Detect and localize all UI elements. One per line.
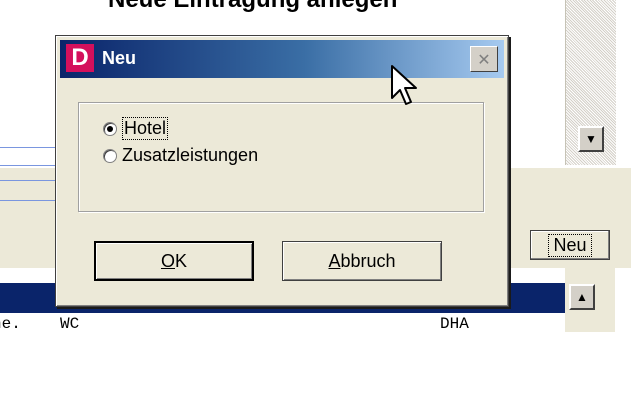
ok-mnemonic: O <box>160 250 175 271</box>
table-row[interactable]: ne. WC DHA <box>0 313 565 333</box>
radio-label: Hotel <box>122 117 169 140</box>
ok-button[interactable]: OK <box>94 241 254 281</box>
divider <box>0 200 55 203</box>
scroll-down-icon[interactable]: ▼ <box>578 126 604 152</box>
radio-hotel[interactable]: Hotel <box>103 117 169 140</box>
ok-label: K <box>175 250 188 271</box>
radio-checked-icon[interactable] <box>103 121 117 136</box>
close-button[interactable]: ✕ <box>470 46 498 72</box>
app-logo-icon: D <box>66 44 94 72</box>
scroll-up-icon[interactable]: ▲ <box>569 284 595 310</box>
divider <box>0 147 55 150</box>
cancel-mnemonic: A <box>328 250 341 271</box>
radio-zusatzleistungen[interactable]: Zusatzleistungen <box>103 145 258 166</box>
background-neu-button[interactable]: Neu <box>530 230 610 260</box>
radio-unchecked-icon[interactable] <box>103 148 117 163</box>
mouse-pointer-icon <box>391 65 417 105</box>
cancel-button[interactable]: Abbruch <box>282 241 442 281</box>
dialog-title: Neu <box>102 48 137 68</box>
divider <box>0 180 55 183</box>
table-scrollbar[interactable]: ▲ <box>565 268 615 332</box>
background-heading: Neue Eintragung anlegen <box>108 0 397 14</box>
table-cell: ne. <box>0 315 21 333</box>
cancel-label: bbruch <box>340 250 396 271</box>
new-dialog: D Neu ✕ Hotel Zusatzleistungen OK Abbruc… <box>55 35 509 307</box>
close-icon: ✕ <box>477 49 491 69</box>
background-scrollbar[interactable]: ▼ <box>565 0 616 165</box>
dialog-titlebar[interactable]: D Neu ✕ <box>60 40 504 78</box>
radio-label: Zusatzleistungen <box>122 145 259 165</box>
table-cell: WC <box>60 315 80 333</box>
background-neu-label: Neu <box>548 233 592 257</box>
options-group: Hotel Zusatzleistungen <box>78 102 484 212</box>
table-cell: DHA <box>440 315 469 333</box>
